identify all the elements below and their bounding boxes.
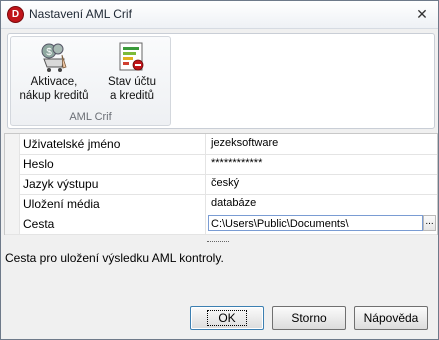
help-button[interactable]: Nápověda [354, 306, 428, 330]
property-row-media-storage[interactable]: Uložení média databáze [5, 194, 437, 215]
row-gutter [5, 174, 20, 194]
property-row-path[interactable]: Cesta C:\Users\Public\Documents\ ... [5, 214, 437, 235]
account-status-label-line1: Stav účtu [108, 76, 156, 88]
ribbon-group-caption: AML Crif [69, 111, 112, 123]
cancel-button[interactable]: Storno [272, 306, 346, 330]
row-gutter [5, 194, 20, 214]
description-panel: Cesta pro uložení výsledku AML kontroly. [1, 245, 438, 290]
app-logo-icon: D [7, 6, 24, 23]
column-separator [205, 214, 206, 234]
property-row-language[interactable]: Jazyk výstupu český [5, 174, 437, 195]
description-text: Cesta pro uložení výsledku AML kontroly. [5, 251, 224, 265]
row-gutter [5, 134, 20, 154]
column-separator [205, 194, 206, 214]
property-name: Cesta [23, 217, 55, 231]
close-button[interactable]: ✕ [414, 6, 430, 22]
close-icon: ✕ [416, 6, 428, 22]
property-row-username[interactable]: Uživatelské jméno jezeksoftware [5, 134, 437, 155]
money-cart-icon: $ [41, 43, 67, 72]
account-status-label-line2: a kreditů [109, 90, 155, 102]
activation-label-line2: nákup kreditů [19, 90, 89, 102]
property-row-password[interactable]: Heslo ************ [5, 154, 437, 175]
ribbon-toolbar: $ Aktivace, nákup kreditů Stav účtu a kr… [7, 33, 435, 129]
row-gutter [5, 214, 20, 234]
path-input[interactable]: C:\Users\Public\Documents\ [208, 215, 423, 231]
property-grid: Uživatelské jméno jezeksoftware Heslo **… [4, 133, 438, 235]
username-value[interactable]: jezeksoftware [211, 137, 278, 149]
property-name: Jazyk výstupu [23, 177, 99, 191]
dialog-window: D Nastavení AML Crif ✕ $ Aktivace, nákup… [0, 0, 439, 340]
browse-button[interactable]: ... [423, 215, 436, 231]
activation-purchase-button[interactable]: $ Aktivace, nákup kreditů [17, 41, 91, 103]
account-status-icon [119, 42, 144, 71]
property-name: Heslo [23, 157, 54, 171]
media-storage-value[interactable]: databáze [211, 197, 256, 209]
ribbon-group-aml-crif: $ Aktivace, nákup kreditů Stav účtu a kr… [10, 36, 171, 126]
column-separator [205, 174, 206, 194]
column-separator [205, 134, 206, 154]
svg-text:$: $ [46, 47, 52, 58]
title-bar[interactable]: D Nastavení AML Crif ✕ [1, 1, 438, 29]
account-status-button[interactable]: Stav účtu a kreditů [95, 41, 169, 103]
property-name: Uložení média [23, 197, 100, 211]
window-title: Nastavení AML Crif [29, 7, 132, 21]
ok-label: OK [207, 310, 247, 326]
password-value[interactable]: ************ [211, 157, 262, 169]
column-separator [205, 154, 206, 174]
language-value[interactable]: český [211, 177, 239, 189]
cancel-label: Storno [291, 311, 327, 325]
help-label: Nápověda [363, 311, 419, 325]
property-name: Uživatelské jméno [23, 137, 121, 151]
ok-button[interactable]: OK [190, 306, 264, 330]
row-gutter [5, 154, 20, 174]
activation-label-line1: Aktivace, [30, 76, 78, 88]
